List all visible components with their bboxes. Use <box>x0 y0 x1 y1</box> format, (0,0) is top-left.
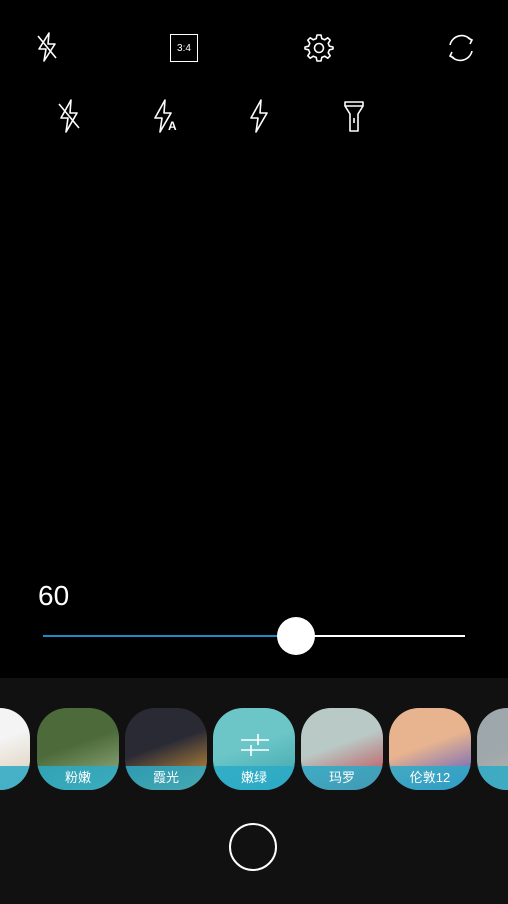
filter-label: 嫩绿 <box>213 766 295 790</box>
filter-item[interactable]: 粉嫩 <box>37 708 119 790</box>
filter-item[interactable] <box>0 708 30 790</box>
slider-thumb[interactable] <box>277 617 316 655</box>
filter-item[interactable]: 伦敦12 <box>389 708 471 790</box>
aspect-ratio-label: 3:4 <box>177 42 191 54</box>
filter-label <box>0 766 30 790</box>
filter-label: 玛罗 <box>301 766 383 790</box>
switch-camera-icon[interactable] <box>442 29 480 67</box>
gear-icon[interactable] <box>302 31 336 65</box>
flash-auto-badge: A <box>168 119 177 133</box>
slider-value: 60 <box>38 580 70 611</box>
filter-strip[interactable]: 粉嫩 霞光 嫩绿 玛罗 伦敦12 伦 <box>0 708 508 790</box>
flash-on-icon[interactable] <box>242 97 276 135</box>
flash-off-icon[interactable] <box>30 30 64 64</box>
slider-fill <box>43 635 297 637</box>
aspect-ratio-button[interactable]: 3:4 <box>169 33 199 63</box>
torch-icon[interactable] <box>337 97 371 135</box>
filter-label: 粉嫩 <box>37 766 119 790</box>
filter-item[interactable]: 伦 <box>477 708 508 790</box>
filter-label: 伦 <box>477 766 508 790</box>
filter-label: 霞光 <box>125 766 207 790</box>
filter-label: 伦敦12 <box>389 766 471 790</box>
filter-item-selected[interactable]: 嫩绿 <box>213 708 295 790</box>
shutter-button[interactable] <box>229 823 277 871</box>
filter-item[interactable]: 玛罗 <box>301 708 383 790</box>
filter-item[interactable]: 霞光 <box>125 708 207 790</box>
flash-off-option-icon[interactable] <box>52 97 86 135</box>
adjust-sliders-icon <box>240 732 270 763</box>
flash-auto-icon[interactable]: A <box>148 97 182 135</box>
intensity-slider[interactable] <box>43 615 465 657</box>
